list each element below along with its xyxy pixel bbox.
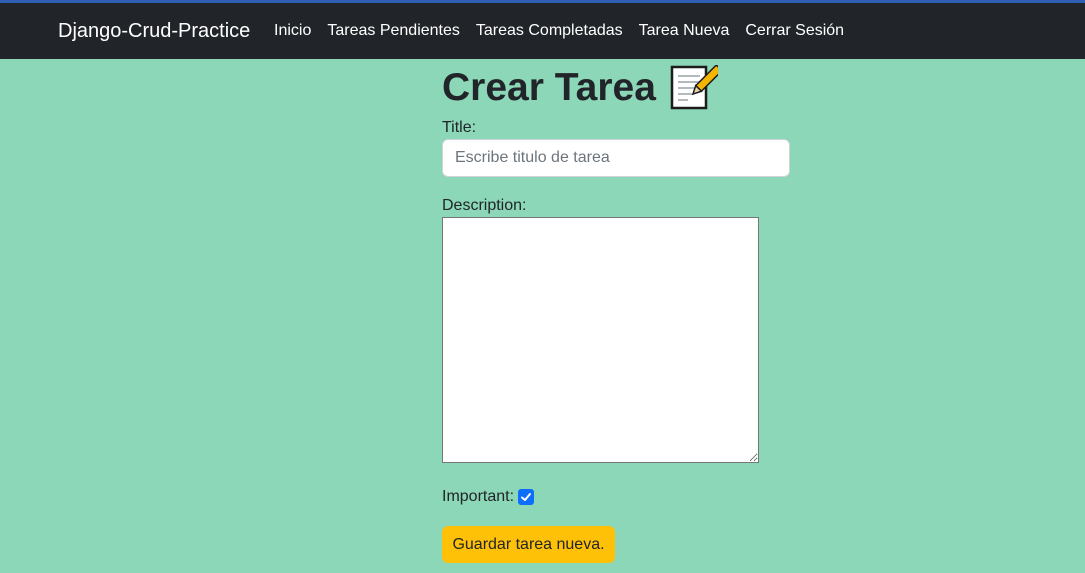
nav-link-inicio[interactable]: Inicio (274, 22, 311, 40)
important-row: Important: (442, 488, 535, 506)
heading-row: Crear Tarea (442, 60, 727, 111)
page-title: Crear Tarea (442, 66, 656, 109)
nav-link-tareas-completadas[interactable]: Tareas Completadas (476, 22, 623, 40)
important-checkbox[interactable] (518, 489, 535, 505)
navbar-brand[interactable]: Django-Crud-Practice (58, 20, 250, 43)
checkmark-icon (521, 493, 532, 501)
nav-link-tarea-nueva[interactable]: Tarea Nueva (639, 22, 730, 40)
memo-icon (670, 60, 727, 111)
title-input[interactable] (442, 139, 790, 177)
nav-link-tareas-pendientes[interactable]: Tareas Pendientes (327, 22, 460, 40)
description-label: Description: (442, 197, 527, 214)
nav-link-cerrar-sesion[interactable]: Cerrar Sesión (745, 22, 844, 40)
navbar: Django-Crud-Practice Inicio Tareas Pendi… (0, 3, 1085, 59)
save-task-button[interactable]: Guardar tarea nueva. (442, 526, 615, 563)
important-label: Important: (442, 488, 515, 505)
title-label: Title: (442, 119, 477, 136)
nav-links: Inicio Tareas Pendientes Tareas Completa… (274, 22, 860, 40)
description-textarea[interactable] (442, 217, 759, 463)
